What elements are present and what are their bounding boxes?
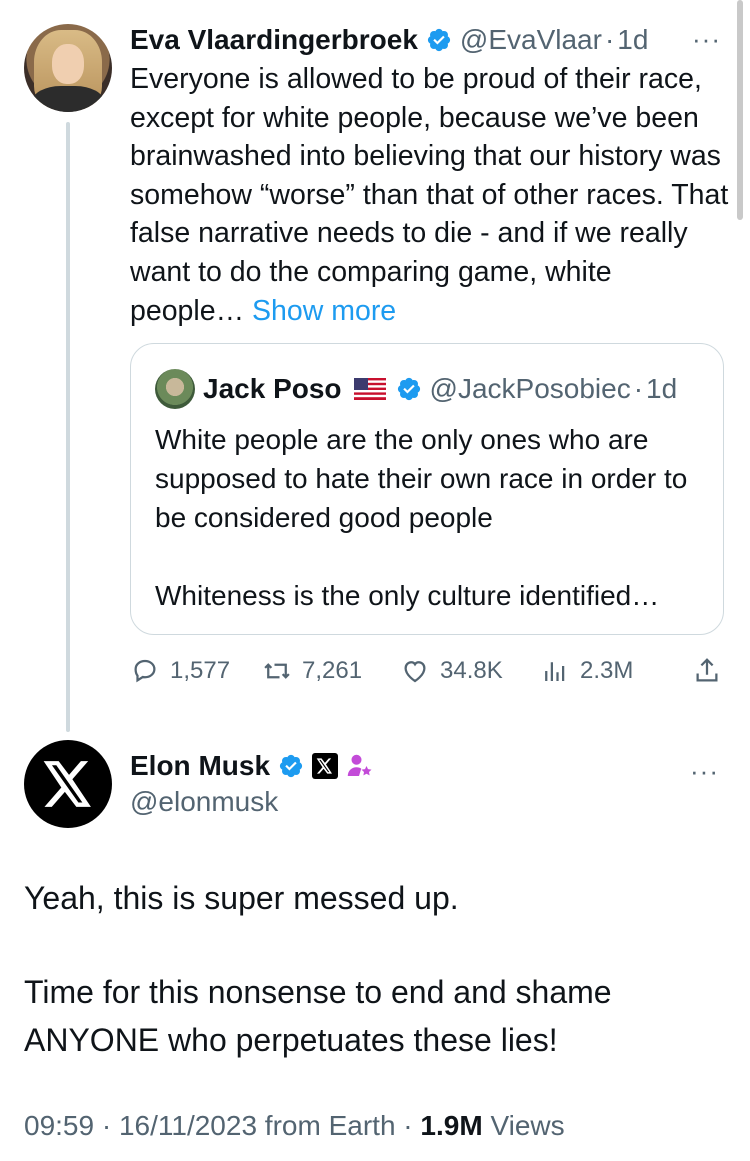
reply-author-name[interactable]: Elon Musk: [130, 750, 270, 782]
scrollbar[interactable]: [737, 0, 743, 220]
quote-text-para2: Whiteness is the only culture identified…: [155, 580, 660, 611]
avatar-jack[interactable]: [155, 369, 195, 409]
reply-button[interactable]: 1,577: [130, 648, 230, 694]
views-count: 2.3M: [580, 657, 634, 684]
repost-count: 7,261: [302, 657, 363, 684]
reply-views-count: 1.9M: [420, 1110, 483, 1141]
quoted-tweet-card[interactable]: Jack Poso @JackPosobiec · 1d White peopl…: [130, 343, 724, 635]
heart-icon: [404, 661, 426, 683]
reply-views-label: Views: [490, 1110, 565, 1141]
reply-handle[interactable]: @elonmusk: [130, 786, 278, 818]
quote-handle: @JackPosobiec: [429, 373, 631, 404]
more-dots-icon[interactable]: ···: [692, 24, 721, 55]
reply-date-source[interactable]: 16/11/2023 from Earth: [119, 1110, 396, 1141]
parent-author-name[interactable]: Eva Vlaardingerbroek: [130, 24, 418, 56]
like-button[interactable]: 34.8K: [400, 648, 503, 694]
avatar-elon[interactable]: [24, 740, 112, 828]
verified-badge-icon: [279, 754, 303, 778]
quote-time: 1d: [646, 373, 678, 404]
separator: ·: [101, 1110, 112, 1141]
views-bar-chart-icon: [545, 662, 565, 681]
separator: ·: [604, 24, 615, 55]
reply-tweet-text: Yeah, this is super messed up. Time for …: [24, 874, 724, 1064]
reply-author-line: Elon Musk: [130, 744, 374, 788]
like-count: 34.8K: [440, 657, 503, 684]
reply-footer: 09:59 · 16/11/2023 from Earth · 1.9M Vie…: [24, 1110, 565, 1142]
reply-text-para2: Time for this nonsense to end and shame …: [24, 974, 612, 1058]
avatar-eva[interactable]: [24, 24, 112, 112]
share-icon: [696, 658, 718, 682]
quote-text-para1: White people are the only ones who are s…: [155, 424, 688, 533]
admin-user-icon: [347, 754, 372, 776]
reply-time[interactable]: 09:59: [24, 1110, 94, 1141]
quote-text: White people are the only ones who are s…: [155, 420, 705, 615]
parent-handle[interactable]: @EvaVlaar: [460, 24, 602, 56]
reply-text-para1: Yeah, this is super messed up.: [24, 880, 459, 916]
thread-connector-line: [66, 122, 70, 732]
quote-author-line: Jack Poso @JackPosobiec · 1d: [203, 368, 677, 410]
x-affiliate-badge-icon: [312, 753, 339, 779]
views-button[interactable]: 2.3M: [540, 648, 633, 694]
parent-tweet-text: Everyone is allowed to be proud of their…: [130, 60, 730, 330]
us-flag-icon: [353, 378, 386, 400]
reply-icon: [134, 659, 156, 683]
verified-badge-icon: [427, 28, 451, 52]
share-button[interactable]: [692, 648, 732, 694]
parent-author-line: Eva Vlaardingerbroek @EvaVlaar · 1d: [130, 20, 648, 60]
more-dots-icon[interactable]: ···: [690, 756, 719, 787]
repost-icon: [264, 663, 290, 679]
quote-author-name: Jack Poso: [203, 373, 342, 404]
separator: ·: [633, 373, 644, 404]
tweet-actions-bar: 1,577 7,261 34.8K 2.3M: [130, 648, 730, 694]
verified-badge-icon: [397, 377, 420, 401]
parent-time[interactable]: 1d: [617, 24, 648, 56]
parent-text-body: Everyone is allowed to be proud of their…: [130, 63, 729, 327]
x-logo-icon: [43, 761, 91, 807]
separator: ·: [403, 1110, 413, 1141]
reply-count: 1,577: [170, 657, 231, 684]
repost-button[interactable]: 7,261: [262, 648, 362, 694]
show-more-link[interactable]: Show more: [252, 295, 396, 327]
